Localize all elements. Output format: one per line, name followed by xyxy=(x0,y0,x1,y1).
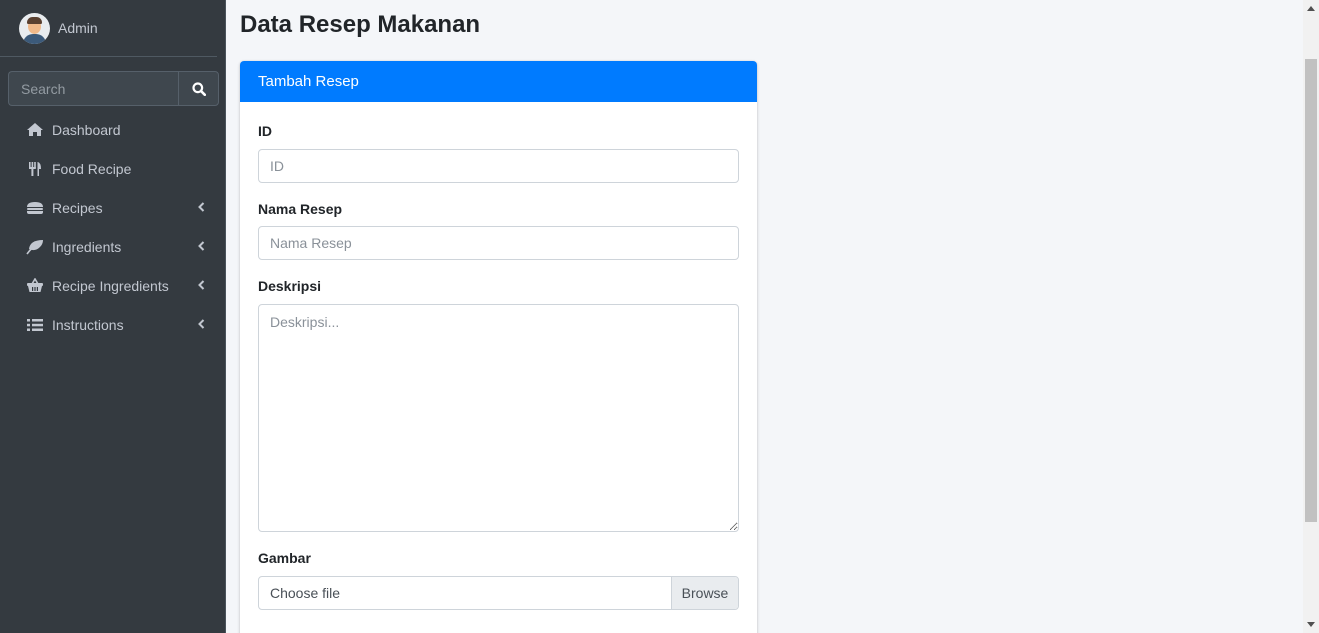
page-scrollbar[interactable] xyxy=(1303,0,1319,633)
hamburger-icon xyxy=(25,200,45,216)
sidebar-item-food-recipe[interactable]: Food Recipe xyxy=(8,149,219,188)
nama-resep-label: Nama Resep xyxy=(258,201,343,217)
user-name[interactable]: Admin xyxy=(58,20,98,36)
card-header: Tambah Resep xyxy=(240,61,757,102)
sidebar-search xyxy=(8,71,219,106)
sidebar-item-recipe-ingredients[interactable]: Recipe Ingredients xyxy=(8,266,219,305)
deskripsi-label: Deskripsi xyxy=(258,278,322,294)
scroll-down-arrow-icon[interactable] xyxy=(1307,622,1315,627)
nama-resep-input[interactable] xyxy=(258,226,739,260)
id-input[interactable] xyxy=(258,149,739,183)
utensils-icon xyxy=(25,161,45,177)
gambar-file-input[interactable]: Choose file Browse xyxy=(258,576,739,610)
sidebar-item-label: Instructions xyxy=(52,316,124,333)
list-icon xyxy=(25,317,45,333)
chevron-left-icon xyxy=(198,202,205,212)
search-input[interactable] xyxy=(8,71,178,106)
page-title: Data Resep Makanan xyxy=(240,11,481,38)
leaf-icon xyxy=(25,239,45,255)
add-recipe-card: Tambah Resep ID Nama Resep Deskripsi Gam… xyxy=(240,61,757,633)
browse-button[interactable]: Browse xyxy=(671,577,738,609)
scroll-thumb[interactable] xyxy=(1305,59,1317,522)
user-panel[interactable]: Admin xyxy=(0,0,217,57)
sidebar-item-instructions[interactable]: Instructions xyxy=(8,305,219,344)
home-icon xyxy=(25,122,45,138)
gambar-label: Gambar xyxy=(258,550,311,566)
sidebar-item-label: Recipes xyxy=(52,199,103,216)
scroll-up-arrow-icon[interactable] xyxy=(1307,6,1315,11)
search-icon xyxy=(191,81,206,96)
chevron-left-icon xyxy=(198,280,205,290)
deskripsi-textarea[interactable] xyxy=(258,304,739,532)
sidebar-item-label: Ingredients xyxy=(52,238,122,255)
sidebar-item-recipes[interactable]: Recipes xyxy=(8,188,219,227)
file-input-label[interactable]: Choose file xyxy=(259,577,671,609)
chevron-left-icon xyxy=(198,241,205,251)
sidebar-item-label: Dashboard xyxy=(52,121,121,138)
basket-icon xyxy=(25,278,45,294)
sidebar-item-label: Food Recipe xyxy=(52,160,132,177)
sidebar-item-label: Recipe Ingredients xyxy=(52,277,169,294)
chevron-left-icon xyxy=(198,319,205,329)
sidebar-item-dashboard[interactable]: Dashboard xyxy=(8,110,219,149)
sidebar-nav: Dashboard Food Recipe Recipes Ingredient… xyxy=(8,110,219,344)
search-button[interactable] xyxy=(178,71,219,106)
sidebar: Admin Dashboard Food Recipe xyxy=(0,0,226,633)
sidebar-item-ingredients[interactable]: Ingredients xyxy=(8,227,219,266)
id-label: ID xyxy=(258,123,272,139)
avatar[interactable] xyxy=(19,12,50,44)
main-content: Data Resep Makanan Tambah Resep ID Nama … xyxy=(227,1,1303,633)
